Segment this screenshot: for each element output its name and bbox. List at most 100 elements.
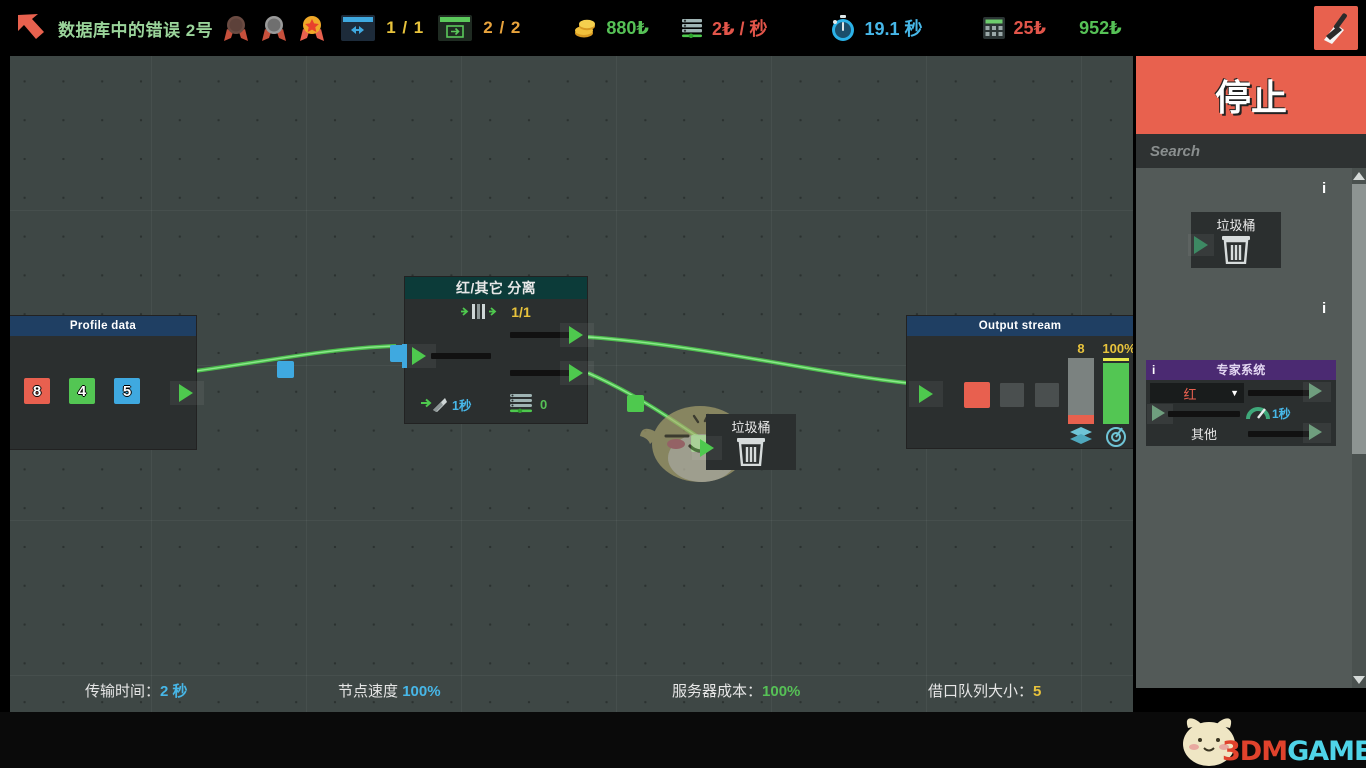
input-port-box[interactable] (909, 381, 943, 407)
fast-forward-window-icon (341, 15, 376, 41)
scroll-up-icon[interactable] (1353, 172, 1365, 180)
server-cost-value: 100% (762, 682, 801, 700)
bottom-bar: ❮ x3 ❯ Scheme name : 限红 基础节点 自定义节点 (0, 712, 1366, 768)
node-palette[interactable]: i 垃圾桶 i i 专家系统 红 ▼ 1秒 其他 (1136, 168, 1366, 688)
trash-icon (1222, 236, 1250, 264)
output-bar-track (1068, 358, 1094, 424)
queue-icon (510, 394, 532, 413)
medal-bronze-icon (221, 13, 251, 43)
profile-square[interactable]: 8 (24, 378, 50, 404)
node-title: Output stream (907, 316, 1133, 336)
output-port-box-2[interactable] (560, 361, 594, 385)
expert-other-label: 其他 (1190, 427, 1217, 442)
input-port-box[interactable] (1188, 234, 1214, 256)
output-port-box-1[interactable] (560, 323, 594, 347)
input-port-icon[interactable] (700, 439, 714, 457)
watermark-3dm: 3DM (1222, 736, 1288, 767)
income-stat: 2₺ / 秒 (679, 15, 767, 41)
profile-square[interactable]: 5 (114, 378, 140, 404)
output-port-icon[interactable] (1309, 424, 1322, 440)
calculator-icon (982, 17, 1005, 39)
node-expert-system[interactable]: i 专家系统 红 ▼ 1秒 其他 (1146, 360, 1336, 446)
gauge-icon (1246, 407, 1270, 420)
data-token (277, 361, 294, 378)
cost-stat: 25₺ (981, 15, 1047, 41)
search-placeholder: Search (1150, 142, 1201, 160)
broom-icon[interactable] (1314, 6, 1358, 50)
output-percent-track (1103, 358, 1129, 424)
output-square (1034, 382, 1060, 408)
node-body: 红 ▼ 1秒 其他 (1146, 380, 1336, 446)
input-port-box[interactable] (692, 436, 722, 460)
node-title: Profile data (10, 316, 196, 336)
node-title: 垃圾桶 (731, 420, 771, 435)
palette-scrollbar[interactable] (1352, 168, 1366, 688)
output-port-icon[interactable] (569, 364, 583, 382)
search-input[interactable]: Search (1136, 134, 1366, 168)
watermark-text: 3DMGAME (1222, 736, 1366, 767)
node-speed-value: 100% (402, 682, 441, 700)
node-profile-data[interactable]: Profile data 8 4 5 (10, 316, 204, 449)
palette-item-trash[interactable]: 垃圾桶 (1188, 212, 1281, 268)
timer-stat: 19.1 秒 (829, 14, 923, 42)
layers-icon[interactable] (1069, 426, 1093, 446)
output-port-box-2[interactable] (1303, 423, 1331, 443)
output-port-icon[interactable] (179, 384, 193, 402)
node-body: 8 100% (907, 336, 1133, 448)
info-icon[interactable]: i (1152, 360, 1156, 380)
speed-badge-value: 1 / 1 (386, 18, 425, 37)
filter-icon (461, 304, 497, 319)
target-icon[interactable] (1105, 425, 1127, 447)
input-slot-line (431, 353, 491, 359)
output-port-box-1[interactable] (1303, 382, 1331, 402)
input-port-icon[interactable] (1194, 236, 1208, 254)
server-cost-label: 服务器成本： (672, 682, 763, 700)
cost-value: 25₺ (1013, 17, 1047, 38)
medal-silver-icon (259, 13, 289, 43)
speed-badge: 1 / 1 (341, 15, 424, 41)
input-port-icon[interactable] (412, 347, 426, 365)
scroll-down-icon[interactable] (1353, 676, 1365, 684)
expert-title-text: 专家系统 (1216, 363, 1266, 377)
expert-dropdown-value: 红 (1183, 386, 1197, 402)
node-trash-canvas[interactable]: 垃圾桶 (692, 414, 796, 470)
queue-size-value: 5 (1033, 682, 1042, 700)
output-square (964, 382, 990, 408)
timer-value: 19.1 秒 (864, 19, 923, 39)
input-port-icon[interactable] (919, 385, 933, 403)
output-port-icon[interactable] (1309, 383, 1322, 399)
queue-size-stat: 借口队列大小：5 (928, 680, 1041, 701)
node-red-other-separator[interactable]: 红/其它 分离 1/1 1秒 0 (402, 277, 594, 423)
node-canvas[interactable]: Profile data 8 4 5 红/其它 分离 1/1 1秒 0 垃圾桶 … (10, 56, 1133, 712)
profile-square[interactable]: 4 (69, 378, 95, 404)
info-icon[interactable]: i (1322, 180, 1326, 197)
output-bar-label: 8 (1077, 341, 1085, 356)
chevron-down-icon[interactable]: ▼ (1230, 388, 1239, 398)
queue-size-label: 借口队列大小： (928, 682, 1034, 700)
exit-badge: 2 / 2 (438, 15, 521, 41)
output-port-icon[interactable] (569, 326, 583, 344)
palette-item-label: 垃圾桶 (1216, 218, 1256, 233)
stop-button[interactable]: 停止 (1136, 56, 1366, 134)
info-icon-2[interactable]: i (1322, 300, 1326, 317)
expert-dropdown[interactable]: 红 ▼ (1150, 383, 1244, 403)
output-port-box[interactable] (170, 381, 204, 405)
speed-icon (421, 397, 447, 412)
money-value: 880₺ (606, 17, 649, 38)
scrollbar-thumb[interactable] (1352, 184, 1366, 454)
transfer-time-label: 传输时间： (85, 682, 161, 700)
output-slot-line (1248, 390, 1310, 396)
node-speed-label: 节点速度 (338, 682, 399, 700)
top-bar: 数据库中的错误 2号 1 / 1 2 / 2 880₺ 2₺ / 秒 19.1 … (0, 0, 1366, 56)
node-output-stream[interactable]: Output stream 8 100% (907, 316, 1133, 448)
transfer-time-value: 2 秒 (160, 682, 188, 700)
back-arrow-icon[interactable] (14, 11, 48, 45)
exit-window-icon (438, 15, 473, 41)
expert-delay: 1秒 (1272, 406, 1291, 421)
node-title: i 专家系统 (1146, 360, 1336, 380)
medal-gold-icon (297, 13, 327, 43)
coins-icon (575, 19, 596, 38)
watermark-game: GAME (1287, 736, 1366, 767)
input-port-icon[interactable] (1152, 405, 1165, 421)
right-sidebar: 停止 Search i 垃圾桶 i i 专家系统 红 ▼ 1秒 其他 (1136, 56, 1366, 712)
